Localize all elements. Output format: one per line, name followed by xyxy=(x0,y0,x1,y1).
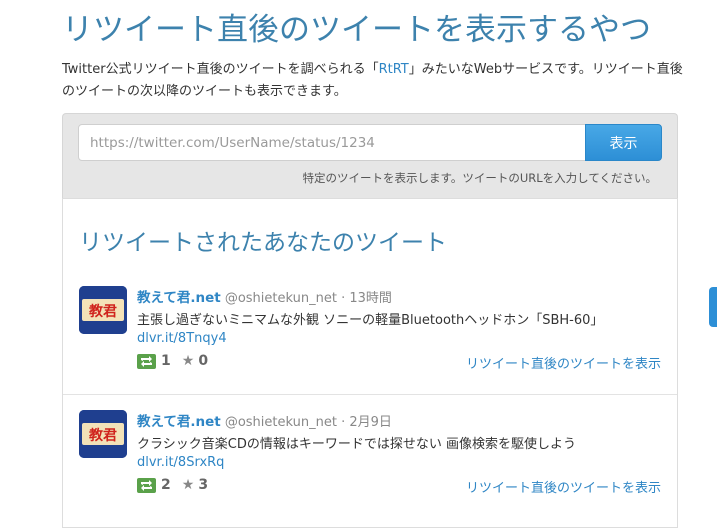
retweet-icon xyxy=(137,477,156,493)
show-button[interactable]: 表示 xyxy=(585,124,662,161)
tweet-stats: 1 ★ 0 xyxy=(137,353,208,369)
tweet-text: クラシック音楽CDの情報はキーワードでは探せない 画像検索を駆使しよう xyxy=(137,437,576,452)
tweet-author-handle[interactable]: @oshietekun_net xyxy=(225,291,337,306)
results-panel: リツイートされたあなたのツイート 教君 教えて君.net @oshietekun… xyxy=(62,198,678,528)
svg-text:教君: 教君 xyxy=(89,427,117,444)
tweet-link[interactable]: dlvr.it/8SrxRq xyxy=(137,455,224,470)
tweet-link[interactable]: dlvr.it/8Tnqy4 xyxy=(137,331,227,346)
results-title: リツイートされたあなたのツイート xyxy=(79,230,447,256)
avatar[interactable]: 教君 xyxy=(79,410,127,458)
search-hint: 特定のツイートを表示します。ツイートのURLを入力してください。 xyxy=(302,171,657,185)
favorite-count: 3 xyxy=(198,477,209,493)
tweet-author-name[interactable]: 教えて君.net xyxy=(137,290,221,306)
tweet-item: 教君 教えて君.net @oshietekun_net · 2月9日 クラシック… xyxy=(63,395,677,519)
tweet-header: 教えて君.net @oshietekun_net · 2月9日 xyxy=(137,410,392,430)
star-icon: ★ xyxy=(181,477,195,493)
rtrt-link[interactable]: RtRT xyxy=(379,62,409,77)
description-text-before: Twitter公式リツイート直後のツイートを調べられる「 xyxy=(62,62,379,77)
page-description: Twitter公式リツイート直後のツイートを調べられる「RtRT」みたいなWeb… xyxy=(62,59,692,103)
scroll-to-top-tab[interactable] xyxy=(709,287,717,327)
tweet-author-handle[interactable]: @oshietekun_net xyxy=(225,415,337,430)
retweet-count: 2 xyxy=(161,477,171,493)
show-after-retweet-link[interactable]: リツイート直後のツイートを表示 xyxy=(466,353,661,372)
tweet-url-input[interactable] xyxy=(78,124,586,161)
tweet-text: 主張し過ぎないミニマムな外観 ソニーの軽量Bluetoothヘッドホン「SBH-… xyxy=(137,313,604,328)
avatar[interactable]: 教君 xyxy=(79,286,127,334)
tweet-author-name[interactable]: 教えて君.net xyxy=(137,414,221,430)
favorite-count: 0 xyxy=(198,353,209,369)
tweet-time[interactable]: 2月9日 xyxy=(349,415,392,430)
tweet-separator: · xyxy=(336,291,350,306)
tweet-separator: · xyxy=(336,415,350,430)
retweet-count: 1 xyxy=(161,353,171,369)
svg-text:教君: 教君 xyxy=(89,303,117,320)
star-icon: ★ xyxy=(181,353,195,369)
show-after-retweet-link[interactable]: リツイート直後のツイートを表示 xyxy=(466,477,661,496)
tweet-stats: 2 ★ 3 xyxy=(137,477,208,493)
tweet-time[interactable]: 13時間 xyxy=(349,291,392,306)
tweet-item: 教君 教えて君.net @oshietekun_net · 13時間 主張し過ぎ… xyxy=(63,271,677,395)
page-title: リツイート直後のツイートを表示するやつ xyxy=(62,12,651,48)
retweet-icon xyxy=(137,353,156,369)
tweet-header: 教えて君.net @oshietekun_net · 13時間 xyxy=(137,286,392,306)
search-panel: 表示 特定のツイートを表示します。ツイートのURLを入力してください。 xyxy=(62,113,678,198)
